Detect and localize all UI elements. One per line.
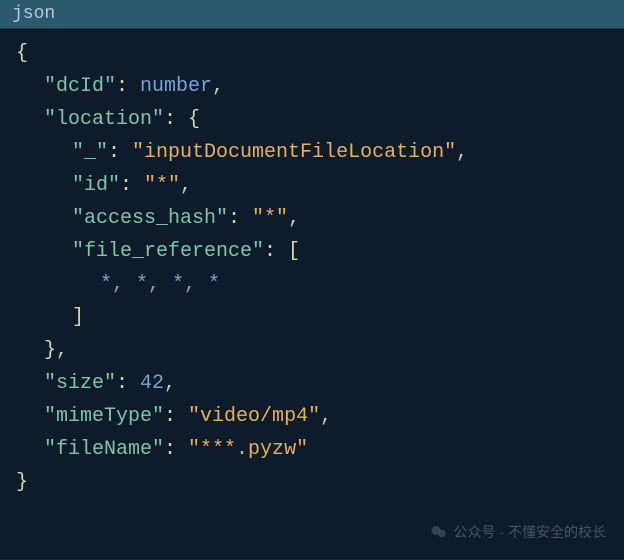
comma: , (320, 405, 332, 428)
open-bracket: [ (288, 240, 300, 263)
colon: : (108, 141, 132, 164)
colon: : (120, 174, 144, 197)
code-line: } (0, 466, 624, 499)
code-line: }, (0, 334, 624, 367)
colon: : (164, 438, 188, 461)
code-line: "size": 42, (0, 367, 624, 400)
json-key: "file_reference" (72, 240, 264, 263)
close-brace: } (16, 471, 28, 494)
colon: : (164, 405, 188, 428)
language-label: json (12, 4, 55, 24)
close-bracket: ] (72, 306, 84, 329)
json-key: "dcId" (44, 75, 116, 98)
json-key: "size" (44, 372, 116, 395)
colon: : (116, 372, 140, 395)
code-line: "fileName": "***.pyzw" (0, 433, 624, 466)
json-value: 42 (140, 372, 164, 395)
comma: , (288, 207, 300, 230)
json-value: *, *, *, * (100, 273, 220, 296)
code-line: "mimeType": "video/mp4", (0, 400, 624, 433)
code-line: "location": { (0, 103, 624, 136)
json-key: "access_hash" (72, 207, 228, 230)
wechat-icon (430, 523, 448, 541)
colon: : (228, 207, 252, 230)
json-key: "mimeType" (44, 405, 164, 428)
close-brace: } (44, 339, 56, 362)
watermark-text: 公众号 · 不懂安全的校长 (454, 522, 606, 542)
code-line: "_": "inputDocumentFileLocation", (0, 136, 624, 169)
json-value: "***.pyzw" (188, 438, 308, 461)
colon: : (116, 75, 140, 98)
json-key: "id" (72, 174, 120, 197)
json-key: "fileName" (44, 438, 164, 461)
json-value: "video/mp4" (188, 405, 320, 428)
open-brace: { (188, 108, 200, 131)
colon: : (164, 108, 188, 131)
open-brace: { (16, 42, 28, 65)
code-line: "access_hash": "*", (0, 202, 624, 235)
comma: , (456, 141, 468, 164)
json-value: "inputDocumentFileLocation" (132, 141, 456, 164)
json-key: "location" (44, 108, 164, 131)
comma: , (180, 174, 192, 197)
json-value: "*" (252, 207, 288, 230)
json-value: "*" (144, 174, 180, 197)
comma: , (164, 372, 176, 395)
colon: : (264, 240, 288, 263)
code-line: "dcId": number, (0, 70, 624, 103)
code-line: { (0, 37, 624, 70)
comma: , (212, 75, 224, 98)
code-line: ] (0, 301, 624, 334)
code-line: "id": "*", (0, 169, 624, 202)
code-line: "file_reference": [ (0, 235, 624, 268)
watermark: 公众号 · 不懂安全的校长 (430, 522, 606, 542)
code-language-header: json (0, 0, 624, 29)
code-line: *, *, *, * (0, 268, 624, 301)
json-value: number (140, 75, 212, 98)
comma: , (56, 339, 68, 362)
code-block: { "dcId": number, "location": { "_": "in… (0, 29, 624, 559)
json-key: "_" (72, 141, 108, 164)
